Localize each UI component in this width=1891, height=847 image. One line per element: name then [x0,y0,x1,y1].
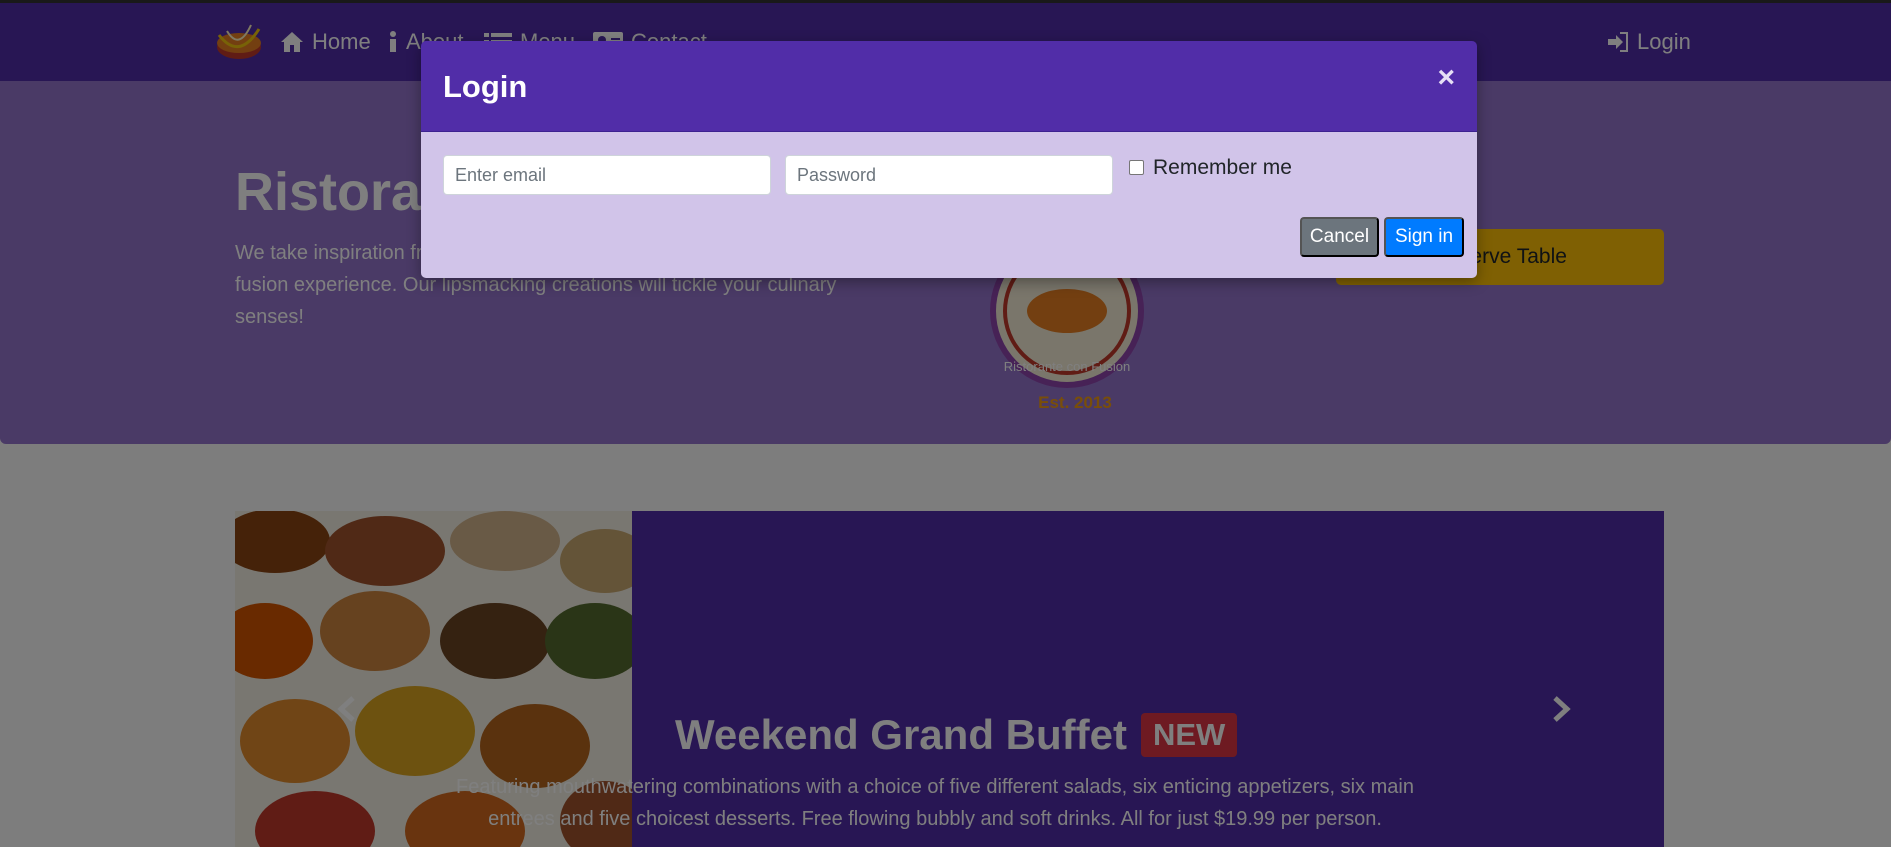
sign-in-button[interactable]: Sign in [1384,217,1464,257]
password-input[interactable]: Password [785,155,1113,195]
cancel-button[interactable]: Cancel [1300,217,1379,257]
modal-body: Enter email Password Remember me Cancel … [421,132,1477,278]
login-modal: Login × Enter email Password Remember me… [421,41,1477,278]
remember-me-checkbox[interactable] [1129,160,1144,175]
modal-header: Login × [421,41,1477,132]
email-input[interactable]: Enter email [443,155,771,195]
close-icon[interactable]: × [1437,63,1455,93]
remember-me-label[interactable]: Remember me [1153,156,1292,180]
modal-title: Login [443,69,528,104]
